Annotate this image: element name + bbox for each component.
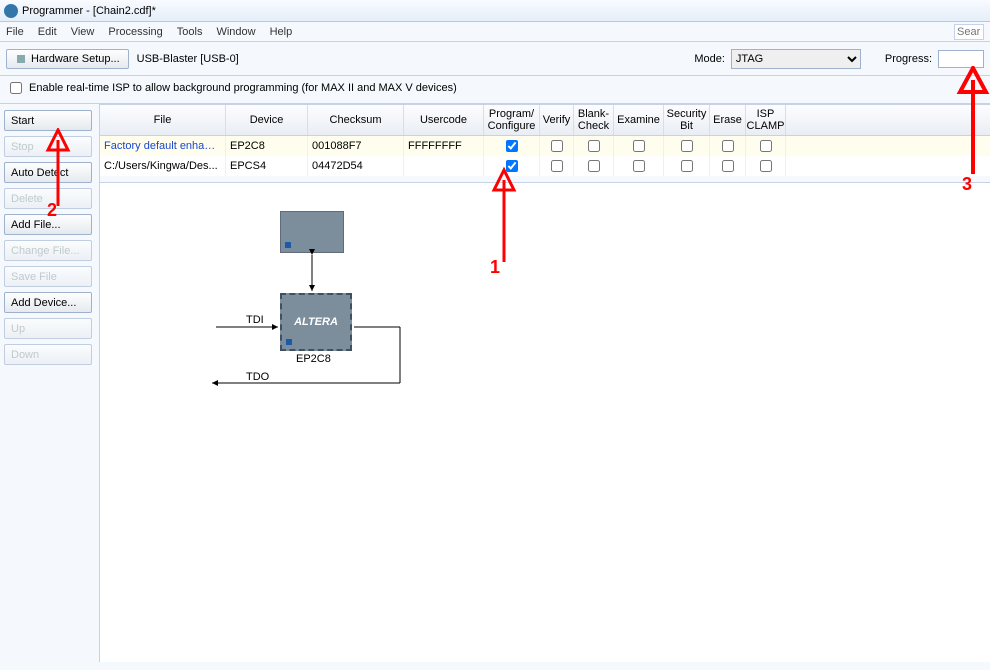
col-verify[interactable]: Verify [540,105,574,135]
security-checkbox[interactable] [681,160,693,172]
blank-checkbox[interactable] [588,160,600,172]
sidebar: Start Stop Auto Detect Delete Add File..… [0,104,100,662]
stop-button: Stop [4,136,92,157]
hardware-icon [15,53,27,65]
col-security[interactable]: Security Bit [664,105,710,135]
program-checkbox[interactable] [506,160,518,172]
menu-tools[interactable]: Tools [177,26,203,38]
erase-checkbox[interactable] [722,140,734,152]
add-file-button[interactable]: Add File... [4,214,92,235]
col-checksum[interactable]: Checksum [308,105,404,135]
search-input[interactable] [954,24,984,40]
col-program[interactable]: Program/ Configure [484,105,540,135]
menu-help[interactable]: Help [270,26,293,38]
down-button: Down [4,344,92,365]
col-erase[interactable]: Erase [710,105,746,135]
col-usercode[interactable]: Usercode [404,105,484,135]
col-blank[interactable]: Blank- Check [574,105,614,135]
verify-checkbox[interactable] [551,140,563,152]
table-row[interactable]: C:/Users/Kingwa/Des... EPCS4 04472D54 [100,156,990,176]
program-checkbox[interactable] [506,140,518,152]
grid-header: File Device Checksum Usercode Program/ C… [100,104,990,136]
table-row[interactable]: Factory default enhanced... EP2C8 001088… [100,136,990,156]
device-grid: File Device Checksum Usercode Program/ C… [100,104,990,182]
add-device-button[interactable]: Add Device... [4,292,92,313]
verify-checkbox[interactable] [551,160,563,172]
isp-checkbox[interactable] [760,140,772,152]
menu-edit[interactable]: Edit [38,26,57,38]
delete-button: Delete [4,188,92,209]
file-link[interactable]: Factory default enhanced... [104,140,221,152]
hardware-setup-button[interactable]: Hardware Setup... [6,49,129,69]
col-file[interactable]: File [100,105,226,135]
toolbar: Hardware Setup... USB-Blaster [USB-0] Mo… [0,42,990,76]
titlebar: Programmer - [Chain2.cdf]* [0,0,990,22]
examine-checkbox[interactable] [633,160,645,172]
menu-processing[interactable]: Processing [108,26,162,38]
col-device[interactable]: Device [226,105,308,135]
change-file-button: Change File... [4,240,92,261]
hardware-name: USB-Blaster [USB-0] [137,53,239,65]
examine-checkbox[interactable] [633,140,645,152]
menu-window[interactable]: Window [216,26,255,38]
col-examine[interactable]: Examine [614,105,664,135]
realtime-isp-checkbox[interactable] [10,82,22,94]
mode-select[interactable]: JTAG [731,49,861,69]
erase-checkbox[interactable] [722,160,734,172]
col-isp[interactable]: ISP CLAMP [746,105,786,135]
tdo-label: TDO [246,371,270,383]
auto-detect-button[interactable]: Auto Detect [4,162,92,183]
start-button[interactable]: Start [4,110,92,131]
mode-label: Mode: [694,53,725,65]
window-title: Programmer - [Chain2.cdf]* [22,5,156,17]
tdi-label: TDI [246,314,264,326]
blank-checkbox[interactable] [588,140,600,152]
menu-view[interactable]: View [71,26,95,38]
chain-diagram: EPCS4 EP2C8 ALTERA TDI TDO [100,182,990,662]
realtime-isp-row: Enable real-time ISP to allow background… [0,76,990,104]
progress-label: Progress: [885,53,932,65]
progress-bar [938,50,984,68]
search-wrap [954,24,984,40]
menu-file[interactable]: File [6,26,24,38]
isp-checkbox[interactable] [760,160,772,172]
up-button: Up [4,318,92,339]
app-icon [4,4,18,18]
statusbar [0,662,990,670]
save-file-button: Save File [4,266,92,287]
realtime-isp-label[interactable]: Enable real-time ISP to allow background… [6,79,984,97]
menubar: File Edit View Processing Tools Window H… [0,22,990,42]
security-checkbox[interactable] [681,140,693,152]
hardware-setup-label: Hardware Setup... [31,53,120,65]
